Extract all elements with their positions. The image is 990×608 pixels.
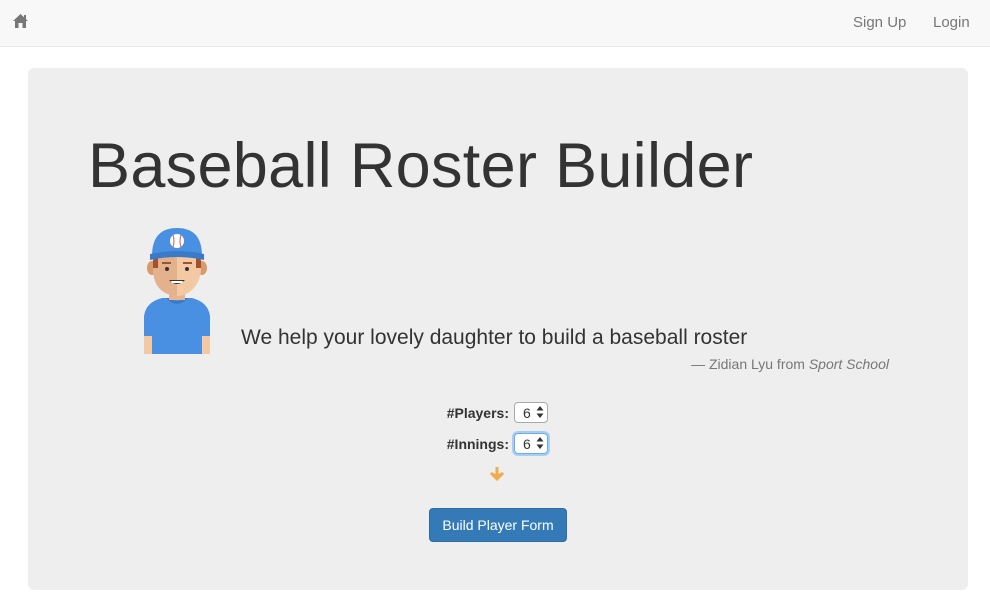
chevron-up-down-icon: [536, 437, 544, 449]
navbar: Sign Up Login: [0, 0, 990, 47]
quote-source: Sport School: [808, 356, 889, 372]
innings-label: #Innings:: [446, 436, 509, 452]
innings-select-value: 6: [523, 436, 531, 452]
players-select[interactable]: 6: [514, 402, 548, 423]
jumbotron: Baseball Roster Builder We help your lov…: [28, 68, 968, 590]
page-title: Baseball Roster Builder: [88, 131, 754, 201]
quote-author: — Zidian Lyu from: [691, 356, 805, 372]
home-icon[interactable]: [12, 13, 29, 29]
quote: We help your lovely daughter to build a …: [241, 326, 889, 372]
quote-text: We help your lovely daughter to build a …: [241, 326, 748, 349]
sign-up-link[interactable]: Sign Up: [853, 14, 906, 31]
login-link[interactable]: Login: [933, 14, 970, 31]
players-row: #Players: 6: [28, 402, 968, 424]
innings-select[interactable]: 6: [514, 433, 548, 454]
arrow-down-icon: [490, 467, 504, 481]
players-label: #Players:: [446, 405, 509, 421]
baseball-player-icon: [144, 228, 210, 354]
build-player-form-button[interactable]: Build Player Form: [429, 508, 567, 542]
quote-footer: — Zidian Lyu from Sport School: [691, 356, 889, 372]
innings-row: #Innings: 6: [28, 433, 968, 455]
players-select-value: 6: [523, 405, 531, 421]
chevron-up-down-icon: [536, 406, 544, 418]
